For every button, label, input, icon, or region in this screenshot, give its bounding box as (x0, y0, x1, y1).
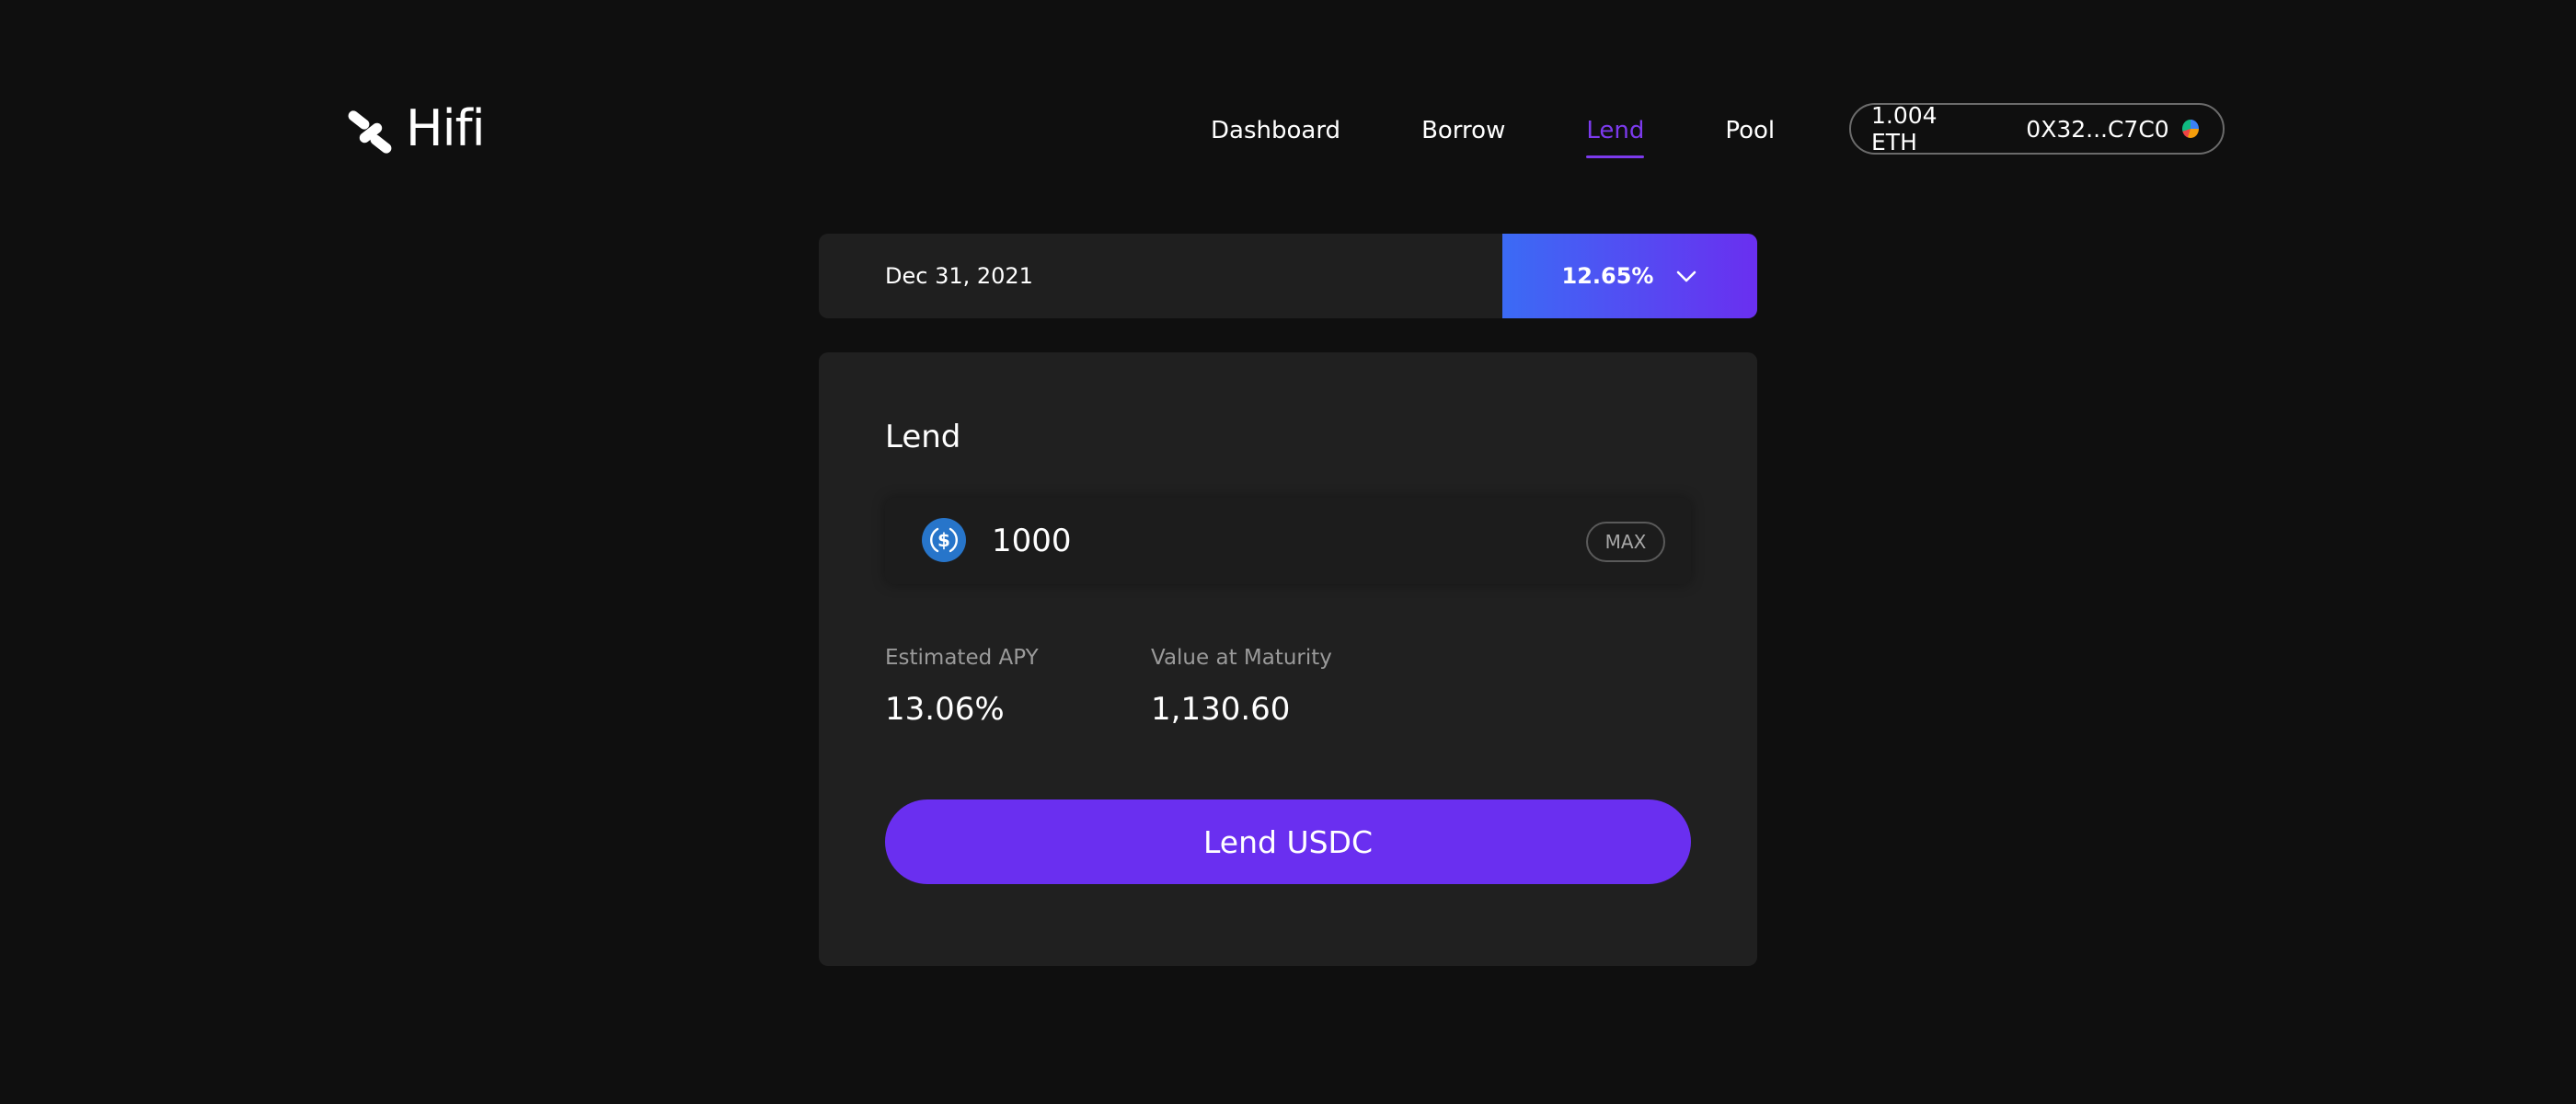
estimated-apy-value: 13.06% (885, 691, 1005, 728)
usdc-icon: $ (922, 518, 966, 562)
rate-value: 12.65% (1561, 263, 1654, 289)
estimated-apy-label: Estimated APY (885, 646, 1039, 670)
amount-input[interactable] (992, 514, 1544, 568)
value-at-maturity-value: 1,130.60 (1151, 691, 1291, 728)
nav-item-dashboard[interactable]: Dashboard (1211, 109, 1340, 158)
app-page: Hifi Dashboard Borrow Lend Pool 1.004 ET… (0, 0, 2576, 1104)
nav-item-borrow[interactable]: Borrow (1421, 109, 1505, 158)
wallet-balance: 1.004 ETH (1871, 102, 1938, 155)
wallet-address: 0X32...C7C0 (2026, 115, 2169, 143)
maturity-selector: Dec 31, 2021 12.65% (819, 234, 1757, 318)
chevron-down-icon (1677, 270, 1696, 282)
rate-dropdown[interactable]: 12.65% (1502, 234, 1757, 318)
lend-card: Lend $ MAX Estimated APY 13.06% Value at… (819, 352, 1757, 966)
value-at-maturity-stat: Value at Maturity 1,130.60 (1151, 643, 1332, 733)
nav-item-pool[interactable]: Pool (1725, 109, 1775, 158)
max-button[interactable]: MAX (1586, 522, 1665, 562)
brand-logo[interactable]: Hifi (345, 99, 486, 157)
svg-text:$: $ (937, 529, 950, 551)
maturity-date: Dec 31, 2021 (885, 263, 1033, 289)
estimated-apy-stat: Estimated APY 13.06% (885, 643, 1039, 733)
brand-name: Hifi (406, 99, 486, 157)
lend-usdc-button[interactable]: Lend USDC (885, 799, 1691, 884)
wallet-avatar-icon (2181, 120, 2199, 138)
main-nav: Dashboard Borrow Lend Pool (1211, 109, 1775, 158)
nav-item-lend[interactable]: Lend (1586, 109, 1645, 158)
lend-title: Lend (885, 419, 961, 455)
value-at-maturity-label: Value at Maturity (1151, 646, 1332, 670)
hifi-logo-icon (348, 110, 392, 154)
wallet-button[interactable]: 1.004 ETH 0X32...C7C0 (1849, 102, 2225, 155)
amount-field: $ MAX (885, 498, 1691, 584)
